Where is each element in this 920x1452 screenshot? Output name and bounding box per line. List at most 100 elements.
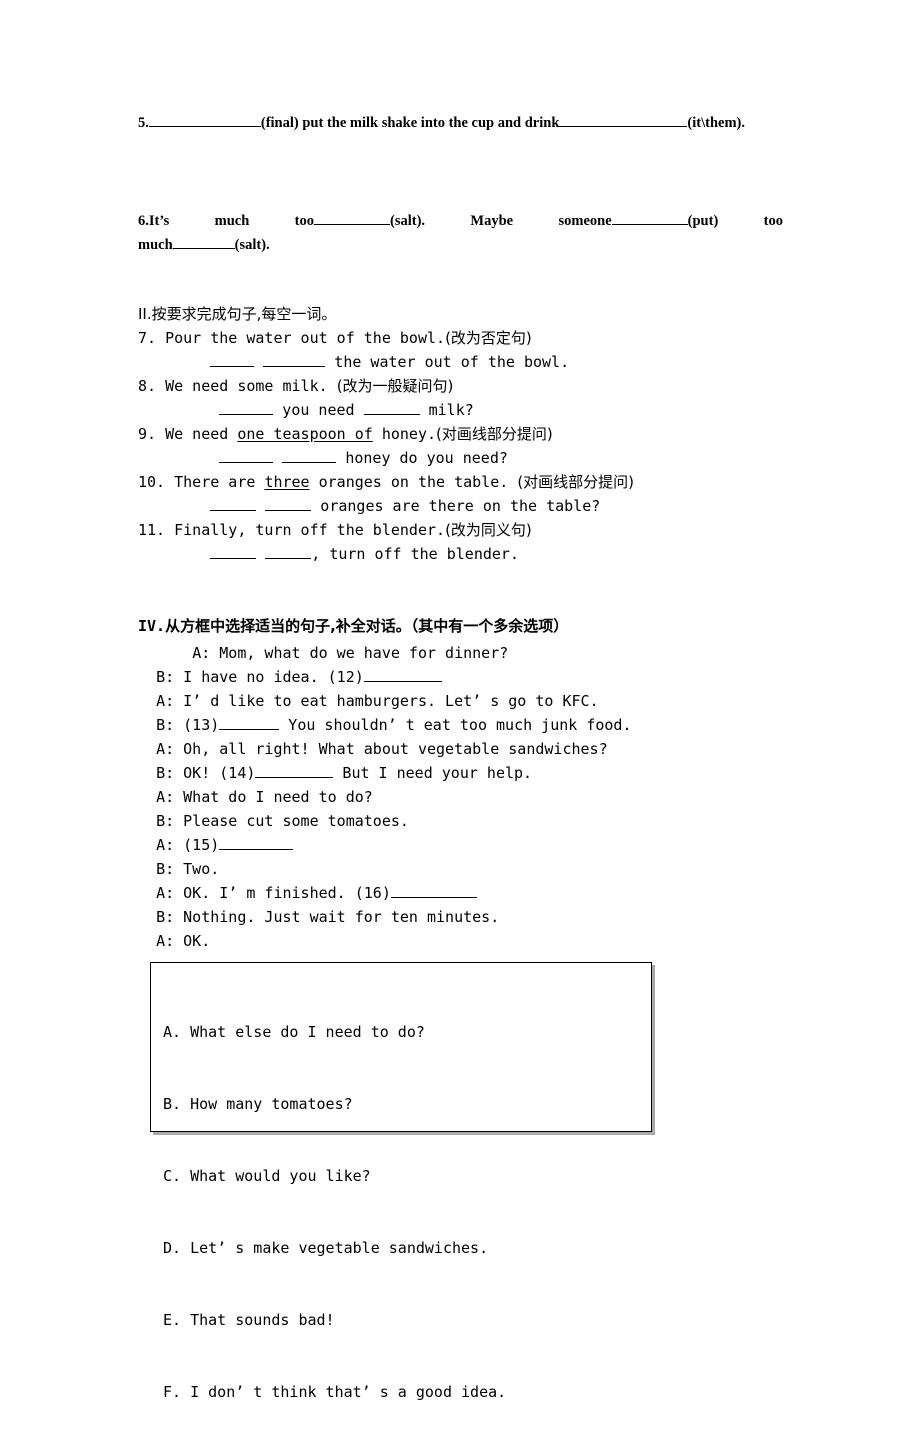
question-11-sentence: Finally, turn off the blender.	[174, 521, 446, 539]
question-6-line-1: 6.It’s much too (salt). Maybe someone (put…	[138, 209, 783, 233]
question-9-sentence-pre: We need	[165, 425, 238, 443]
dialogue-line: B: Please cut some tomatoes.	[138, 809, 409, 833]
section-iv-heading-text: 从方框中选择适当的句子,补全对话。（其中有一个多余选项）	[165, 617, 569, 635]
option-item-f[interactable]: F. I don’ t think that’ s a good idea.	[163, 1380, 651, 1404]
question-9-answer-indent	[138, 449, 219, 467]
dialogue-indent	[138, 764, 156, 782]
question-6-blank-3[interactable]	[172, 235, 235, 249]
question-10-answer-indent	[138, 497, 210, 515]
section-ii-heading-text: II.按要求完成句子,每空一词。	[138, 305, 337, 323]
question-11-blank-2[interactable]	[265, 545, 312, 559]
dialogue-speaker: A:	[156, 884, 184, 902]
question-7-answer-indent	[138, 353, 210, 371]
dialogue-speaker: B:	[156, 812, 184, 830]
question-10-blank-2[interactable]	[265, 497, 312, 511]
dialogue-indent	[138, 836, 156, 854]
dialogue-indent	[138, 644, 192, 662]
dialogue-line: A: Oh, all right! What about vegetable s…	[138, 737, 608, 761]
question-11-blank-1[interactable]	[210, 545, 257, 559]
option-item-e[interactable]: E. That sounds bad!	[163, 1308, 651, 1332]
dialogue-speaker: A:	[156, 788, 184, 806]
question-6-text-3: much	[138, 237, 173, 253]
dialogue-text: I have no idea. (12)	[183, 668, 364, 686]
question-7-blank-2[interactable]	[263, 353, 326, 367]
question-10-answer: oranges are there on the table?	[138, 494, 600, 518]
question-8-answer: you need milk?	[138, 398, 474, 422]
question-9-sentence-post: honey.	[372, 425, 437, 443]
dialogue-blank-13[interactable]	[219, 716, 280, 730]
question-8-sentence: We need some milk.	[165, 377, 337, 395]
question-6-text-1: (salt). Maybe someone	[390, 213, 612, 229]
dialogue-text: Oh, all right! What about vegetable sand…	[183, 740, 608, 758]
dialogue-speaker: A:	[192, 644, 220, 662]
question-7-sentence: Pour the water out of the bowl.	[165, 329, 446, 347]
question-10-answer-tail: oranges are there on the table?	[311, 497, 601, 515]
question-7-blank-1[interactable]	[210, 353, 255, 367]
dialogue-line: A: Mom, what do we have for dinner?	[138, 641, 508, 665]
question-11-answer-gap	[256, 545, 265, 563]
dialogue-indent	[138, 908, 156, 926]
question-10-blank-1[interactable]	[210, 497, 257, 511]
question-7-answer-gap	[254, 353, 263, 371]
dialogue-speaker: B:	[156, 908, 184, 926]
dialogue-indent	[138, 668, 156, 686]
question-7-answer: the water out of the bowl.	[138, 350, 569, 374]
dialogue-line: B: OK! (14) But I need your help.	[138, 761, 532, 785]
question-11-number: 11.	[138, 521, 175, 539]
dialogue-text: Mom, what do we have for dinner?	[219, 644, 509, 662]
question-9-blank-1[interactable]	[219, 449, 274, 463]
dialogue-blank-12[interactable]	[363, 668, 442, 682]
dialogue-indent	[138, 812, 156, 830]
question-8-blank-1[interactable]	[219, 401, 274, 415]
question-11-prompt: 11. Finally, turn off the blender.(改为同义句…	[138, 518, 532, 542]
dialogue-speaker: B:	[156, 860, 184, 878]
dialogue-text: I’ d like to eat hamburgers. Let’ s go t…	[183, 692, 599, 710]
question-11-instruction: (改为同义句)	[445, 521, 532, 539]
dialogue-blank-15[interactable]	[219, 836, 294, 850]
question-11-answer: , turn off the blender.	[138, 542, 519, 566]
question-8-prompt: 8. We need some milk. (改为一般疑问句)	[138, 374, 453, 398]
dialogue-text: (15)	[183, 836, 220, 854]
question-11-answer-tail: , turn off the blender.	[311, 545, 519, 563]
question-5-text-1: (final) put the milk shake into the cup …	[260, 115, 560, 131]
question-8-answer-tail: milk?	[419, 401, 474, 419]
question-9-underlined-phrase: one teaspoon of	[237, 425, 373, 443]
option-item-a[interactable]: A. What else do I need to do?	[163, 1020, 651, 1044]
dialogue-blank-14[interactable]	[255, 764, 334, 778]
question-8-blank-2[interactable]	[363, 401, 420, 415]
option-item-b[interactable]: B. How many tomatoes?	[163, 1092, 651, 1116]
question-11-answer-indent	[138, 545, 210, 563]
question-6-blank-2[interactable]	[611, 211, 688, 225]
question-5-blank-2[interactable]	[559, 113, 688, 127]
question-7-number: 7.	[138, 329, 166, 347]
dialogue-text-after: But I need your help.	[333, 764, 533, 782]
dialogue-line: A: What do I need to do?	[138, 785, 373, 809]
dialogue-indent	[138, 788, 156, 806]
question-10-sentence-post: oranges on the table.	[309, 473, 518, 491]
dialogue-indent	[138, 716, 156, 734]
question-5-blank-1[interactable]	[148, 113, 261, 127]
dialogue-indent	[138, 932, 156, 950]
question-5-number: 5.	[138, 115, 149, 131]
dialogue-indent	[138, 692, 156, 710]
dialogue-text: OK.	[183, 932, 211, 950]
dialogue-text-after: You shouldn’ t eat too much junk food.	[279, 716, 632, 734]
question-9-answer-tail: honey do you need?	[336, 449, 508, 467]
question-9-instruction: (对画线部分提问)	[436, 425, 553, 443]
dialogue-line: A: (15)	[138, 833, 294, 857]
dialogue-speaker: A:	[156, 740, 184, 758]
dialogue-text: What do I need to do?	[183, 788, 373, 806]
dialogue-blank-16[interactable]	[390, 884, 477, 898]
dialogue-line: B: Nothing. Just wait for ten minutes.	[138, 905, 499, 929]
dialogue-indent	[138, 884, 156, 902]
question-7-answer-tail: the water out of the bowl.	[325, 353, 570, 371]
question-6-text-0: 6.It’s much too	[138, 213, 315, 229]
dialogue-line: A: OK. I’ m finished. (16)	[138, 881, 477, 905]
dialogue-speaker: B:	[156, 668, 184, 686]
option-item-c[interactable]: C. What would you like?	[163, 1164, 651, 1188]
section-iv-heading-label: IV.	[138, 617, 166, 635]
question-6-blank-1[interactable]	[314, 211, 391, 225]
option-item-d[interactable]: D. Let’ s make vegetable sandwiches.	[163, 1236, 651, 1260]
question-9-blank-2[interactable]	[282, 449, 337, 463]
dialogue-line: A: I’ d like to eat hamburgers. Let’ s g…	[138, 689, 599, 713]
